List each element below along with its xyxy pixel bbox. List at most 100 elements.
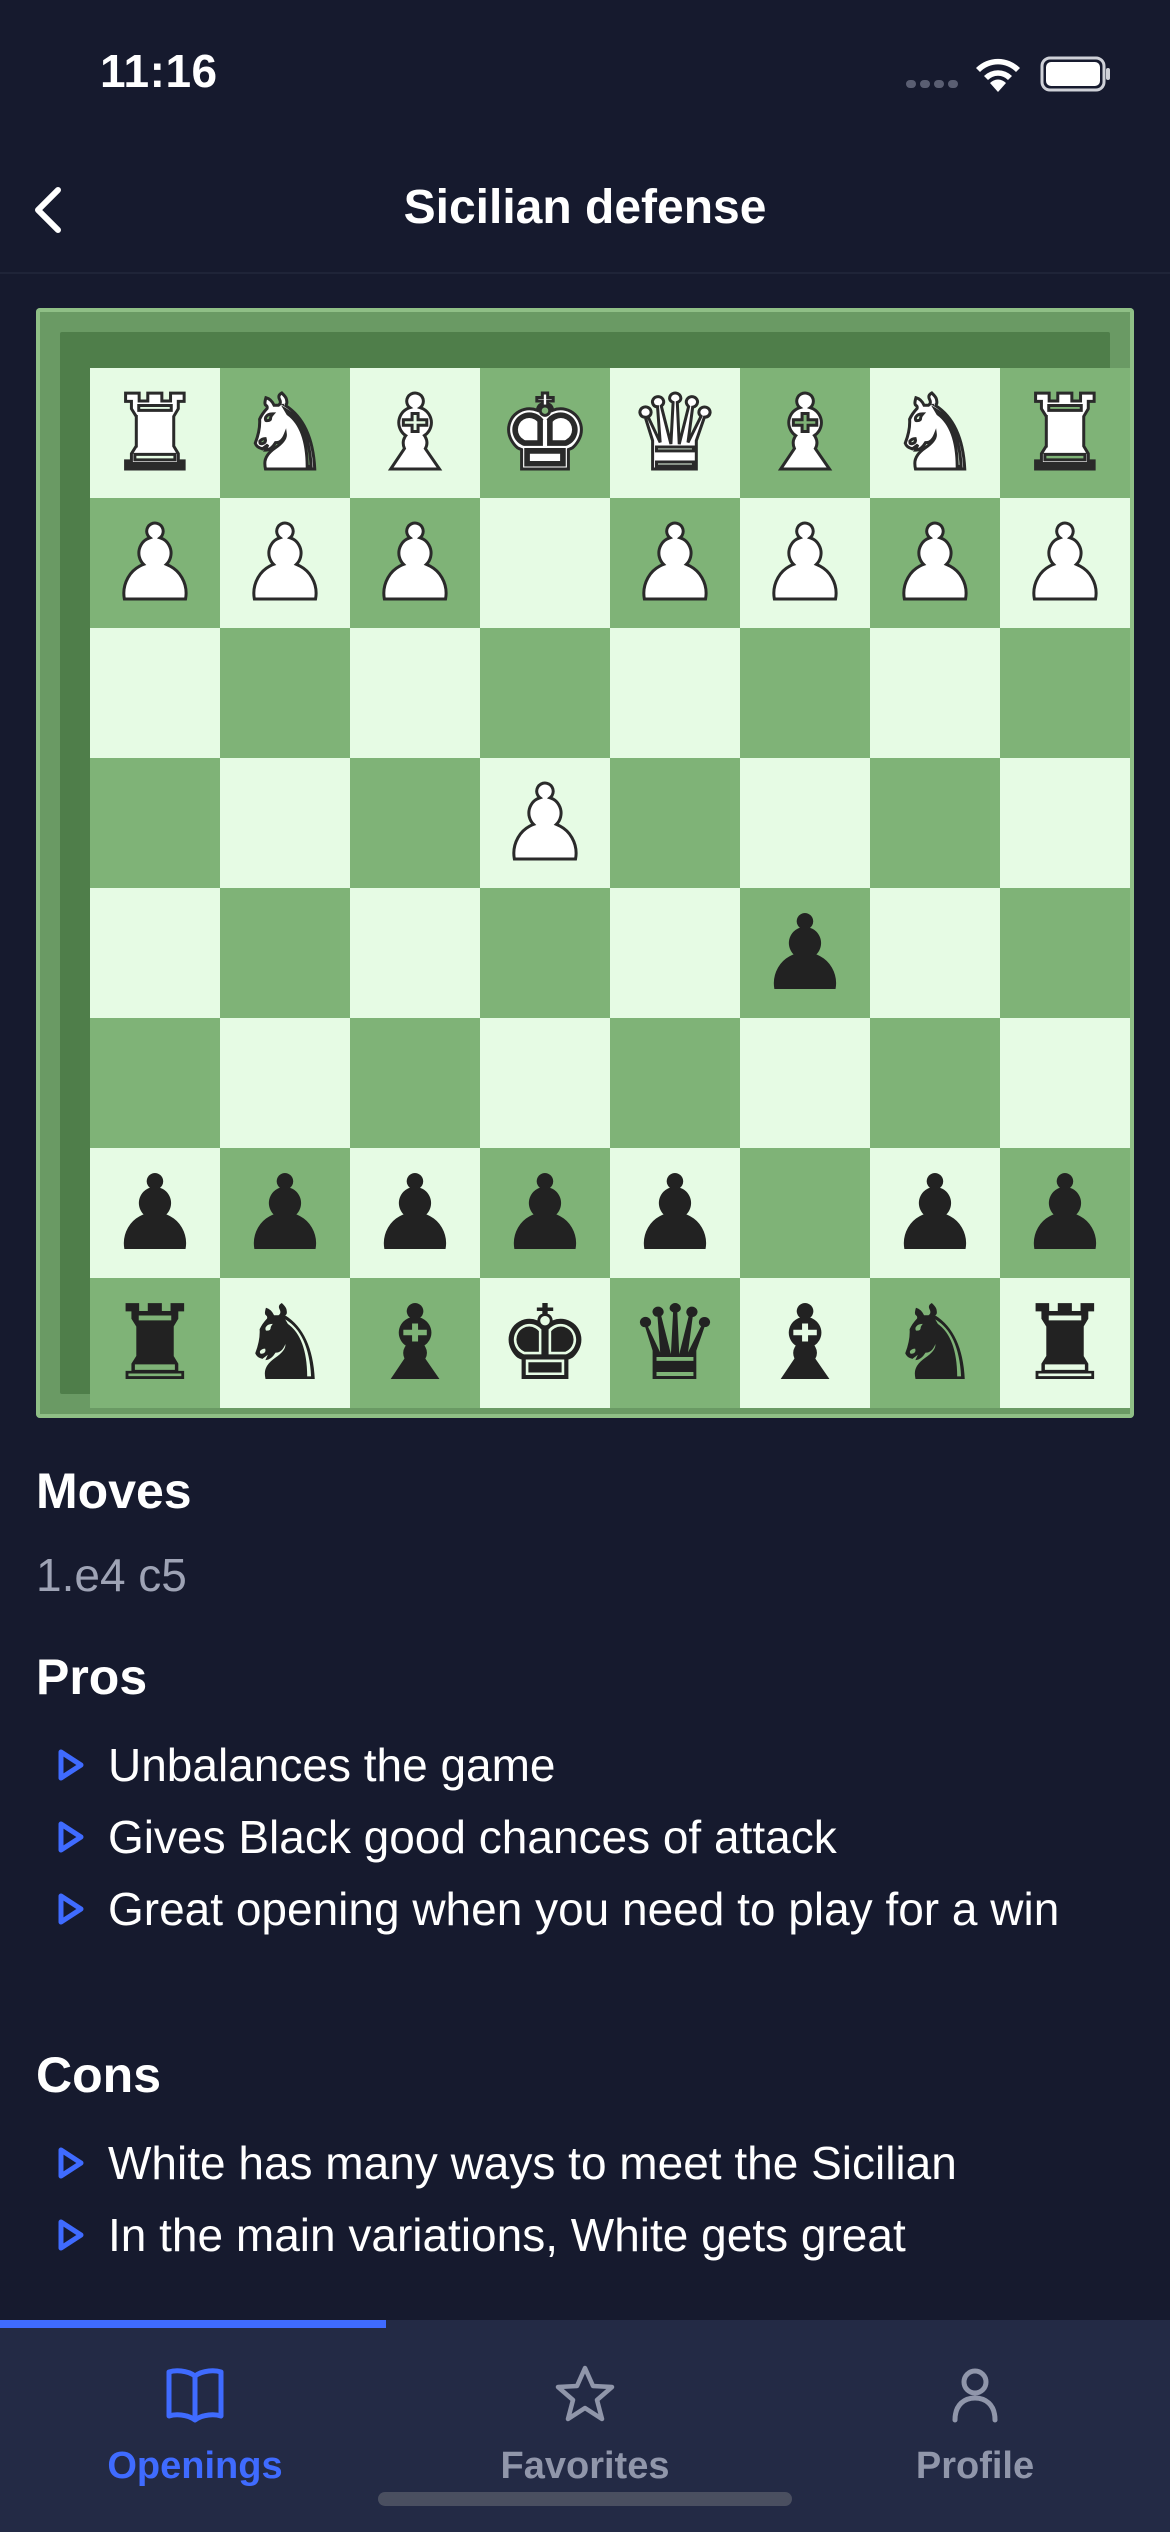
board-square[interactable] [90,628,220,758]
board-square[interactable] [610,1018,740,1148]
board-square[interactable] [90,758,220,888]
board-square[interactable] [740,758,870,888]
board-square[interactable] [220,628,350,758]
chess-piece-icon[interactable]: ♝ [757,380,853,487]
board-square[interactable]: ♟ [480,758,610,888]
chess-piece-icon[interactable]: ♝ [758,1291,851,1395]
board-square[interactable] [740,628,870,758]
board-square[interactable]: ♟ [480,1148,610,1278]
board-square[interactable]: ♟ [870,498,1000,628]
tab-profile[interactable]: Profile [780,2364,1170,2488]
board-square[interactable] [480,888,610,1018]
board-square[interactable] [220,758,350,888]
board-square[interactable]: ♚ [480,368,610,498]
chess-piece-icon[interactable]: ♟ [1017,510,1113,617]
board-square[interactable] [220,1018,350,1148]
board-square[interactable] [220,888,350,1018]
board-square[interactable] [480,1018,610,1148]
board-square[interactable] [610,628,740,758]
chess-piece-icon[interactable]: ♟ [498,1161,591,1265]
board-square[interactable]: ♟ [610,1148,740,1278]
board-square[interactable] [1000,888,1130,1018]
board-square[interactable] [350,888,480,1018]
chess-piece-icon[interactable]: ♟ [887,510,983,617]
board-square[interactable] [1000,628,1130,758]
chess-piece-icon[interactable]: ♟ [888,1161,981,1265]
chess-piece-icon[interactable]: ♜ [107,380,203,487]
chess-piece-icon[interactable]: ♟ [757,510,853,617]
chess-piece-icon[interactable]: ♚ [497,380,593,487]
board-square[interactable] [870,758,1000,888]
board-square[interactable]: ♜ [90,368,220,498]
chess-piece-icon[interactable]: ♞ [887,380,983,487]
chess-piece-icon[interactable]: ♟ [628,1161,721,1265]
board-square[interactable]: ♟ [350,1148,480,1278]
board-square[interactable]: ♟ [740,888,870,1018]
board-square[interactable]: ♝ [740,1278,870,1408]
board-square[interactable]: ♟ [1000,498,1130,628]
board-square[interactable] [350,758,480,888]
board-square[interactable] [350,628,480,758]
board-square[interactable]: ♛ [610,368,740,498]
board-square[interactable]: ♟ [90,498,220,628]
board-square[interactable] [480,628,610,758]
board-square[interactable]: ♟ [870,1148,1000,1278]
board-square[interactable]: ♟ [610,498,740,628]
chess-piece-icon[interactable]: ♞ [237,380,333,487]
chess-piece-icon[interactable]: ♟ [758,901,851,1005]
board-square[interactable]: ♝ [350,368,480,498]
board-square[interactable]: ♞ [220,1278,350,1408]
board-square[interactable]: ♜ [90,1278,220,1408]
board-square[interactable] [740,1148,870,1278]
board-square[interactable] [350,1018,480,1148]
board-square[interactable] [610,888,740,1018]
chess-piece-icon[interactable]: ♜ [1017,380,1113,487]
home-indicator[interactable] [378,2492,792,2506]
board-square[interactable] [1000,1018,1130,1148]
board-square[interactable] [90,1018,220,1148]
board-square[interactable] [870,628,1000,758]
board-square[interactable]: ♟ [90,1148,220,1278]
board-square[interactable]: ♞ [870,368,1000,498]
board-square[interactable]: ♟ [1000,1148,1130,1278]
chess-piece-icon[interactable]: ♟ [627,510,723,617]
board-square[interactable] [480,498,610,628]
board-square[interactable] [1000,758,1130,888]
board-square[interactable]: ♛ [610,1278,740,1408]
board-square[interactable] [740,1018,870,1148]
board-square[interactable]: ♚ [480,1278,610,1408]
board-square[interactable] [610,758,740,888]
chess-piece-icon[interactable]: ♝ [367,380,463,487]
chess-piece-icon[interactable]: ♛ [627,380,723,487]
board-square[interactable]: ♝ [740,368,870,498]
chess-piece-icon[interactable]: ♜ [1018,1291,1111,1395]
chess-piece-icon[interactable]: ♞ [888,1291,981,1395]
board-square[interactable]: ♜ [1000,1278,1130,1408]
board-square[interactable]: ♟ [740,498,870,628]
chess-piece-icon[interactable]: ♛ [628,1291,721,1395]
board-square[interactable]: ♟ [220,498,350,628]
chess-piece-icon[interactable]: ♟ [238,1161,331,1265]
tab-favorites[interactable]: Favorites [390,2364,780,2488]
chess-piece-icon[interactable]: ♟ [368,1161,461,1265]
chess-piece-icon[interactable]: ♝ [368,1291,461,1395]
board-square[interactable]: ♞ [220,368,350,498]
chess-piece-icon[interactable]: ♟ [1018,1161,1111,1265]
board-square[interactable]: ♞ [870,1278,1000,1408]
chess-piece-icon[interactable]: ♟ [107,510,203,617]
chess-piece-icon[interactable]: ♟ [497,770,593,877]
board-square[interactable]: ♟ [350,498,480,628]
chess-piece-icon[interactable]: ♟ [367,510,463,617]
chess-piece-icon[interactable]: ♟ [237,510,333,617]
board-square[interactable]: ♟ [220,1148,350,1278]
board-square[interactable]: ♝ [350,1278,480,1408]
board-square[interactable] [90,888,220,1018]
chess-piece-icon[interactable]: ♟ [108,1161,201,1265]
tab-openings[interactable]: Openings [0,2364,390,2488]
board-square[interactable] [870,1018,1000,1148]
chess-piece-icon[interactable]: ♚ [498,1291,591,1395]
chess-piece-icon[interactable]: ♜ [108,1291,201,1395]
board-square[interactable] [870,888,1000,1018]
chess-board[interactable]: ♜ ♞ ♝ ♚ ♛ ♝ ♞ ♜ ♟ ♟ ♟ ♟ ♟ ♟ ♟ ♟ ♟ ♟ ♟ ♟ ♟ ♟ ♟ ♟ ♜ ♞ ♝ ♚ ♛ ♝ ♞ ♜ [90,368,1130,1408]
board-square[interactable]: ♜ [1000,368,1130,498]
